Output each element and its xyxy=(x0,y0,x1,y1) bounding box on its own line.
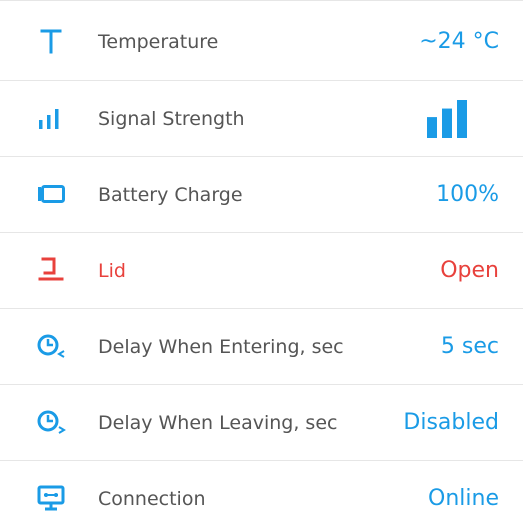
device-status-list: Temperature ~24 °C Signal Strength Batte… xyxy=(0,0,523,523)
row-delay-leaving: Delay When Leaving, sec Disabled xyxy=(0,385,523,461)
row-signal-strength: Signal Strength xyxy=(0,81,523,157)
signal-strength-icon xyxy=(36,103,66,133)
lid-value: Open xyxy=(440,258,499,283)
delay-entering-value: 5 sec xyxy=(440,334,499,359)
lid-icon xyxy=(36,255,66,285)
battery-value: 100% xyxy=(436,182,499,207)
row-label: Temperature xyxy=(98,31,219,53)
signal-bar xyxy=(457,100,467,138)
row-lid: Lid Open xyxy=(0,233,523,309)
row-label: Battery Charge xyxy=(98,184,243,206)
row-label: Lid xyxy=(98,260,126,282)
battery-icon xyxy=(36,179,66,209)
connection-value: Online xyxy=(428,486,499,511)
clock-leave-icon xyxy=(36,407,66,437)
row-delay-entering: Delay When Entering, sec 5 sec xyxy=(0,309,523,385)
signal-bar xyxy=(442,108,452,138)
row-label: Delay When Entering, sec xyxy=(98,336,344,358)
clock-enter-icon xyxy=(36,331,66,361)
divider xyxy=(0,0,523,1)
temperature-value: ~24 °C xyxy=(419,29,499,54)
temperature-icon xyxy=(36,26,66,56)
signal-bar xyxy=(427,117,437,138)
delay-leaving-value: Disabled xyxy=(403,410,499,435)
connection-icon xyxy=(36,483,66,513)
row-label: Delay When Leaving, sec xyxy=(98,412,338,434)
row-connection: Connection Online xyxy=(0,461,523,523)
row-label: Connection xyxy=(98,488,206,510)
signal-bars-icon xyxy=(427,100,467,138)
row-battery-charge: Battery Charge 100% xyxy=(0,157,523,233)
row-label: Signal Strength xyxy=(98,108,245,130)
row-temperature: Temperature ~24 °C xyxy=(0,4,523,80)
